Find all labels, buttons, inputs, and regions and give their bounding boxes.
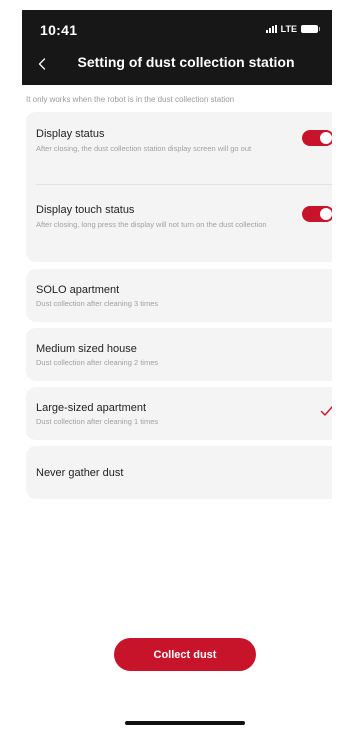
toggle-row-display-status: Display status After closing, the dust c… [36,128,332,154]
option-description: Dust collection after cleaning 1 times [36,417,159,426]
option-never-gather-dust[interactable]: Never gather dust [26,446,332,499]
signal-icon [265,25,277,33]
option-solo-apartment[interactable]: SOLO apartment Dust collection after cle… [26,269,332,322]
option-description: Dust collection after cleaning 2 times [36,358,159,367]
toggle-description: After closing, long press the display wi… [36,220,267,229]
header: 10:41 LTE Setting of dust collection sta… [22,10,332,85]
option-title: Large-sized apartment [36,402,147,414]
toggle-title: Display status [36,128,105,140]
battery-icon [301,25,320,33]
info-note: It only works when the robot is in the d… [26,95,235,104]
divider [36,184,332,185]
option-large-sized-apartment[interactable]: Large-sized apartment Dust collection af… [26,387,332,440]
option-medium-sized-house[interactable]: Medium sized house Dust collection after… [26,328,332,381]
display-status-switch[interactable] [302,130,332,146]
toggle-row-display-touch-status: Display touch status After closing, long… [36,204,332,230]
check-icon [320,406,332,416]
status-time: 10:41 [40,22,78,38]
display-settings-card: Display status After closing, the dust c… [26,112,332,262]
display-touch-status-switch[interactable] [302,206,332,222]
switch-knob [320,132,332,144]
collect-dust-button[interactable]: Collect dust [114,638,256,671]
toggle-title: Display touch status [36,204,135,216]
option-description: Dust collection after cleaning 3 times [36,299,159,308]
network-label: LTE [280,24,297,34]
home-indicator [125,721,245,725]
option-title: Never gather dust [36,467,124,479]
page-title: Setting of dust collection station [77,54,295,70]
phone-screen: 10:41 LTE Setting of dust collection sta… [22,10,332,733]
switch-knob [320,208,332,220]
option-title: SOLO apartment [36,284,120,296]
option-title: Medium sized house [36,343,137,355]
status-icons: LTE [265,24,320,34]
toggle-description: After closing, the dust collection stati… [36,144,252,153]
